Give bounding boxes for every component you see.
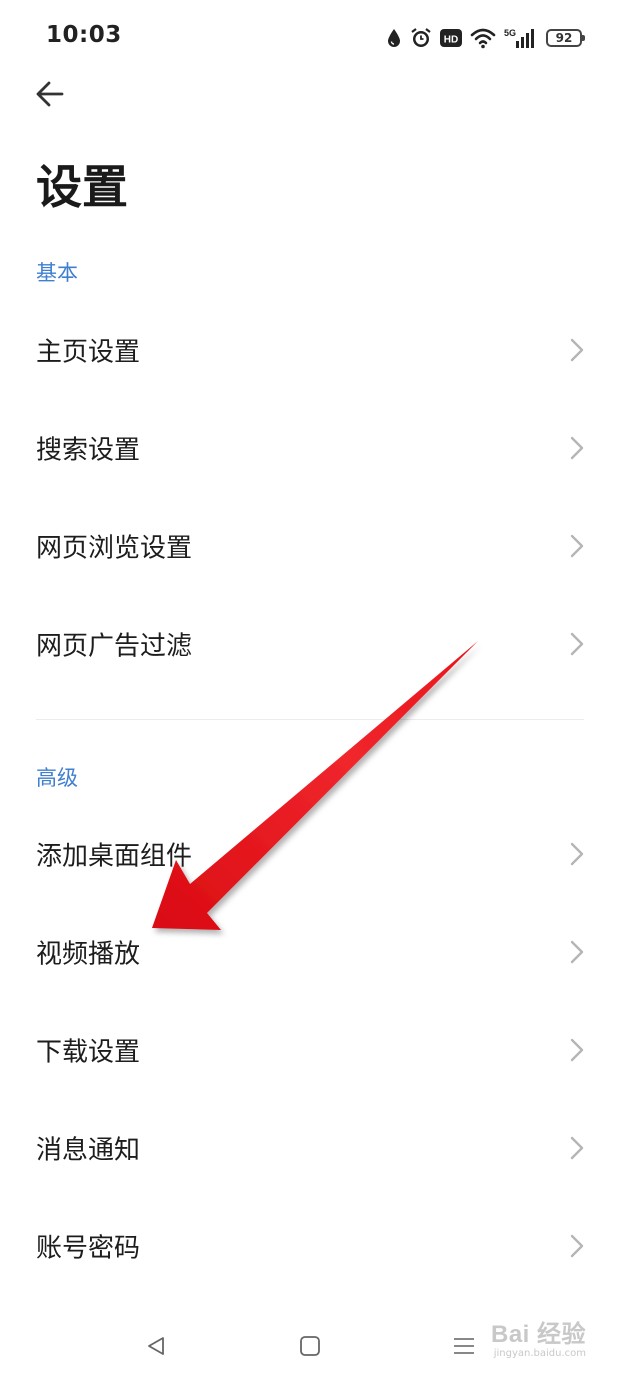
- alarm-icon: [411, 28, 431, 47]
- settings-item-homepage[interactable]: 主页设置: [0, 301, 620, 399]
- settings-item-account-password[interactable]: 账号密码: [0, 1197, 620, 1295]
- svg-text:5G: 5G: [504, 28, 516, 38]
- settings-item-label: 搜索设置: [36, 435, 141, 466]
- nav-recents-button[interactable]: [440, 1326, 488, 1366]
- settings-item-desktop-widget[interactable]: 添加桌面组件: [0, 805, 620, 903]
- settings-item-label: 视频播放: [36, 939, 141, 970]
- settings-item-label: 添加桌面组件: [36, 841, 193, 872]
- settings-item-notifications[interactable]: 消息通知: [0, 1099, 620, 1197]
- chevron-right-icon: [570, 338, 584, 362]
- section-header-advanced: 高级: [36, 766, 78, 790]
- nav-home-button[interactable]: [286, 1326, 334, 1366]
- status-bar: 10:03 HD 5G 92: [0, 0, 620, 76]
- section-header-basic: 基本: [36, 261, 78, 285]
- settings-item-download[interactable]: 下载设置: [0, 1001, 620, 1099]
- water-drop-icon: [388, 29, 400, 47]
- settings-item-label: 消息通知: [36, 1135, 141, 1166]
- chevron-right-icon: [570, 842, 584, 866]
- wifi-icon: [470, 28, 496, 49]
- 5g-signal-icon: 5G: [504, 28, 534, 48]
- settings-item-label: 主页设置: [36, 337, 141, 368]
- nav-back-button[interactable]: [132, 1326, 180, 1366]
- menu-lines-icon: [454, 1338, 474, 1354]
- settings-item-label: 下载设置: [36, 1037, 141, 1068]
- settings-item-search[interactable]: 搜索设置: [0, 399, 620, 497]
- back-button[interactable]: [26, 70, 74, 118]
- settings-item-video-playback[interactable]: 视频播放: [0, 903, 620, 1001]
- svg-text:HD: HD: [444, 35, 458, 46]
- status-icons: HD 5G 92: [386, 24, 585, 52]
- section-divider: [36, 719, 584, 720]
- chevron-right-icon: [570, 436, 584, 460]
- arrow-left-icon: [36, 81, 64, 107]
- settings-item-browsing[interactable]: 网页浏览设置: [0, 497, 620, 595]
- page-title: 设置: [36, 160, 128, 214]
- chevron-right-icon: [570, 1038, 584, 1062]
- system-nav-bar: [0, 1296, 620, 1386]
- battery-indicator: 92: [546, 29, 585, 47]
- settings-item-label: 账号密码: [36, 1233, 141, 1264]
- home-square-icon: [300, 1336, 320, 1356]
- chevron-right-icon: [570, 940, 584, 964]
- chevron-right-icon: [570, 1234, 584, 1258]
- chevron-right-icon: [570, 1136, 584, 1160]
- chevron-right-icon: [570, 534, 584, 558]
- settings-item-label: 网页广告过滤: [36, 631, 193, 662]
- back-triangle-icon: [148, 1337, 164, 1355]
- status-time: 10:03: [46, 22, 122, 48]
- hd-icon: HD: [440, 29, 462, 47]
- settings-item-label: 网页浏览设置: [36, 533, 193, 564]
- chevron-right-icon: [570, 632, 584, 656]
- settings-item-ad-filter[interactable]: 网页广告过滤: [0, 595, 620, 693]
- battery-level: 92: [555, 31, 573, 45]
